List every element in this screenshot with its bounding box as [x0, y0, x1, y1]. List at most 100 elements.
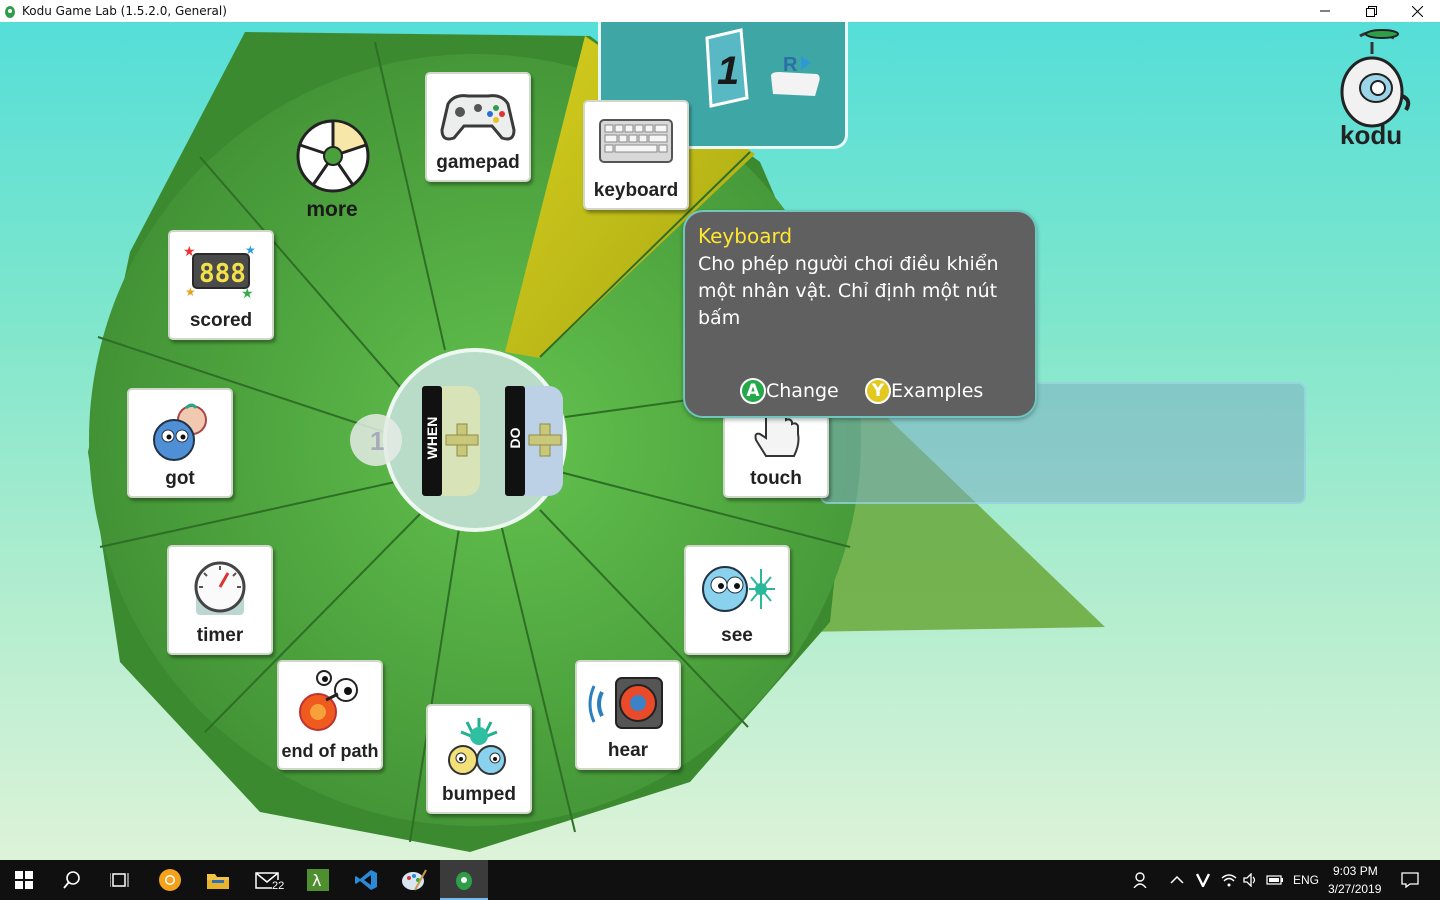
volume-button[interactable] — [1238, 860, 1264, 900]
clock-date[interactable]: 3/27/2019 — [1328, 882, 1381, 896]
kodu-app-icon — [5, 6, 15, 18]
gamepad-icon — [440, 94, 516, 141]
more-pie-icon[interactable] — [295, 118, 371, 194]
examples-label: Examples — [891, 380, 984, 402]
battery-icon — [1266, 875, 1283, 885]
people-icon — [1133, 872, 1147, 888]
tile-label: bumped — [442, 784, 516, 805]
lambda-icon: λ — [307, 869, 329, 891]
tile-hear[interactable]: hear — [575, 660, 681, 770]
people-button[interactable] — [1122, 860, 1162, 900]
svg-text:★: ★ — [245, 243, 256, 257]
tile-gamepad[interactable]: gamepad — [425, 72, 531, 182]
tile-see[interactable]: see — [684, 545, 790, 655]
paint-button[interactable] — [390, 860, 438, 900]
tile-label: touch — [750, 468, 802, 489]
input-language[interactable]: ENG — [1293, 873, 1319, 887]
bumped-icon — [448, 718, 506, 775]
chrome-canary-button[interactable] — [146, 860, 194, 900]
restore-icon — [1365, 5, 1377, 17]
plus-icon — [528, 423, 562, 457]
game-area: 1 1 R gamepad keyboard more 888 ★ ★ ★ ★ … — [0, 22, 1440, 860]
svg-text:1: 1 — [717, 49, 739, 93]
vscode-icon — [355, 870, 377, 890]
svg-text:λ: λ — [312, 871, 321, 890]
tile-bumped[interactable]: bumped — [426, 704, 532, 814]
rule-number: 1 — [370, 426, 384, 456]
lambda-app-button[interactable]: λ — [294, 860, 342, 900]
change-button[interactable]: A Change — [740, 378, 839, 404]
tile-label: got — [165, 468, 195, 489]
page-number-icon: 1 — [705, 28, 749, 108]
start-button[interactable] — [0, 860, 48, 900]
kodu-taskbar-button[interactable] — [440, 860, 488, 900]
file-explorer-button[interactable] — [194, 860, 242, 900]
show-hidden-icons-button[interactable] — [1162, 860, 1192, 900]
do-tile[interactable]: DO — [505, 386, 563, 496]
tile-label: see — [721, 625, 753, 646]
more-label[interactable]: more — [290, 198, 374, 222]
v-app-icon — [1196, 873, 1210, 887]
tile-label: gamepad — [436, 152, 520, 173]
end-of-path-icon — [299, 670, 358, 731]
minimize-button[interactable] — [1302, 0, 1348, 22]
tile-label: end of path — [281, 741, 379, 761]
windows-icon — [15, 871, 33, 889]
chrome-canary-icon — [159, 869, 181, 891]
got-icon — [153, 403, 207, 461]
tile-end-of-path[interactable]: end of path — [277, 660, 383, 770]
do-label: DO — [507, 427, 523, 449]
examples-button[interactable]: Y Examples — [865, 378, 983, 404]
search-icon — [63, 871, 80, 889]
restore-button[interactable] — [1348, 0, 1394, 22]
folder-icon — [207, 874, 229, 889]
chevron-up-icon — [1170, 876, 1184, 884]
title-bar: Kodu Game Lab (1.5.2.0, General) — [0, 0, 1440, 22]
kodu-wordmark: kodu — [1340, 120, 1403, 150]
tile-scored[interactable]: 888 ★ ★ ★ ★ scored — [168, 230, 274, 340]
battery-button[interactable] — [1262, 860, 1288, 900]
plus-icon — [445, 423, 479, 457]
svg-text:R: R — [783, 54, 798, 76]
tile-label: scored — [189, 310, 253, 331]
task-view-button[interactable] — [96, 860, 144, 900]
close-button[interactable] — [1394, 0, 1440, 22]
svg-text:★: ★ — [185, 285, 196, 299]
close-icon — [1411, 5, 1423, 17]
tile-label: timer — [196, 625, 244, 646]
taskbar: 22 λ ENG 9:03 PM 3/27/2019 — [0, 860, 1440, 900]
tooltip-title: Keyboard — [698, 224, 793, 248]
tile-timer[interactable]: timer — [167, 545, 273, 655]
search-button[interactable] — [48, 860, 96, 900]
tile-got[interactable]: got — [127, 388, 233, 498]
svg-text:★: ★ — [183, 243, 196, 259]
keyboard-tooltip: Keyboard Cho phép người chơi điều khiển … — [683, 210, 1037, 418]
when-label: WHEN — [424, 416, 440, 460]
speaker-volume-icon — [1243, 873, 1256, 887]
kodu-app-icon — [456, 872, 472, 890]
keyboard-icon — [599, 119, 673, 163]
tile-label: hear — [607, 740, 649, 761]
scoreboard-icon: 888 ★ ★ ★ ★ — [183, 243, 256, 301]
paint-icon — [402, 869, 427, 891]
vscode-button[interactable] — [342, 860, 390, 900]
tooltip-description: Cho phép người chơi điều khiển một nhân … — [698, 253, 999, 329]
y-button-icon: Y — [865, 378, 891, 404]
mail-button[interactable]: 22 — [244, 860, 292, 900]
tile-keyboard[interactable]: keyboard — [583, 100, 689, 210]
wifi-icon — [1221, 874, 1237, 887]
action-center-button[interactable] — [1390, 860, 1430, 900]
svg-text:888: 888 — [199, 259, 246, 289]
task-view-icon — [110, 873, 129, 887]
clock-time[interactable]: 9:03 PM — [1333, 864, 1378, 878]
notification-icon — [1401, 872, 1419, 888]
timer-icon — [194, 561, 246, 615]
change-label: Change — [766, 380, 839, 402]
vpn-tray-button[interactable] — [1190, 860, 1216, 900]
when-tile[interactable]: WHEN — [422, 386, 480, 496]
window-title: Kodu Game Lab (1.5.2.0, General) — [22, 4, 227, 18]
see-icon — [702, 566, 775, 612]
mail-badge: 22 — [272, 880, 285, 892]
speaker-icon — [588, 677, 663, 729]
tile-label: keyboard — [593, 180, 679, 201]
